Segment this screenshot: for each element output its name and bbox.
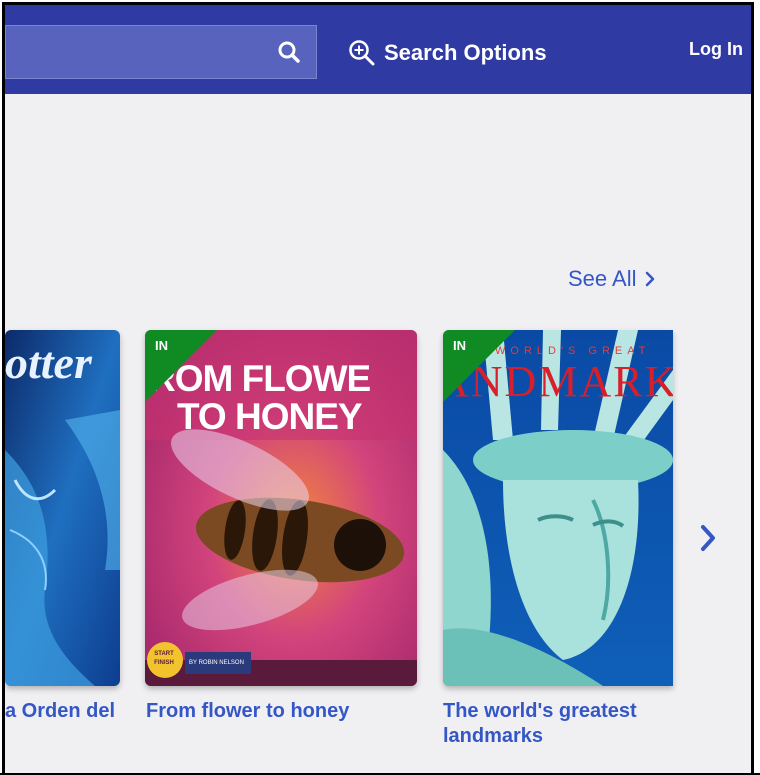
book-title-link[interactable]: a Orden del xyxy=(5,699,115,724)
book-author-label: BY ROBIN NELSON xyxy=(189,660,244,666)
book-title-line: landmarks xyxy=(443,725,544,747)
see-all-label: See All xyxy=(568,266,637,291)
book-cover-line2: TO HONEY xyxy=(177,396,363,437)
book-cover[interactable]: ROM FLOWE TO HONEY BY ROBIN NELSON START… xyxy=(145,330,417,686)
book-cover[interactable]: otter xyxy=(5,330,120,686)
zoom-in-icon xyxy=(349,40,375,66)
book-cover-title: otter xyxy=(5,337,92,388)
book-cover[interactable]: WORLD'S GREAT ANDMARK IN xyxy=(443,330,673,686)
see-all-link[interactable]: See All xyxy=(568,266,655,292)
top-navigation-bar: Search Options Log In xyxy=(5,5,751,94)
book-title-link[interactable]: From flower to honey xyxy=(146,699,349,724)
chevron-right-icon xyxy=(701,525,715,551)
search-options-label: Search Options xyxy=(384,40,547,65)
book-title-line: The world's greatest xyxy=(443,700,637,722)
browser-frame: Search Options Log In See All otter ROM … xyxy=(2,2,754,773)
book-title-link[interactable]: The world's greatest landmarks xyxy=(443,699,683,749)
chevron-right-icon xyxy=(645,271,655,287)
search-button[interactable] xyxy=(274,37,304,67)
carousel-next-button[interactable] xyxy=(693,518,723,558)
search-icon xyxy=(278,41,300,63)
search-options-button[interactable]: Search Options xyxy=(348,38,547,68)
availability-badge-label: IN xyxy=(453,338,466,353)
login-button[interactable]: Log In xyxy=(689,39,743,60)
search-input[interactable] xyxy=(5,25,317,79)
availability-badge-label: IN xyxy=(155,338,168,353)
publisher-logo: START FINISH xyxy=(154,651,174,666)
